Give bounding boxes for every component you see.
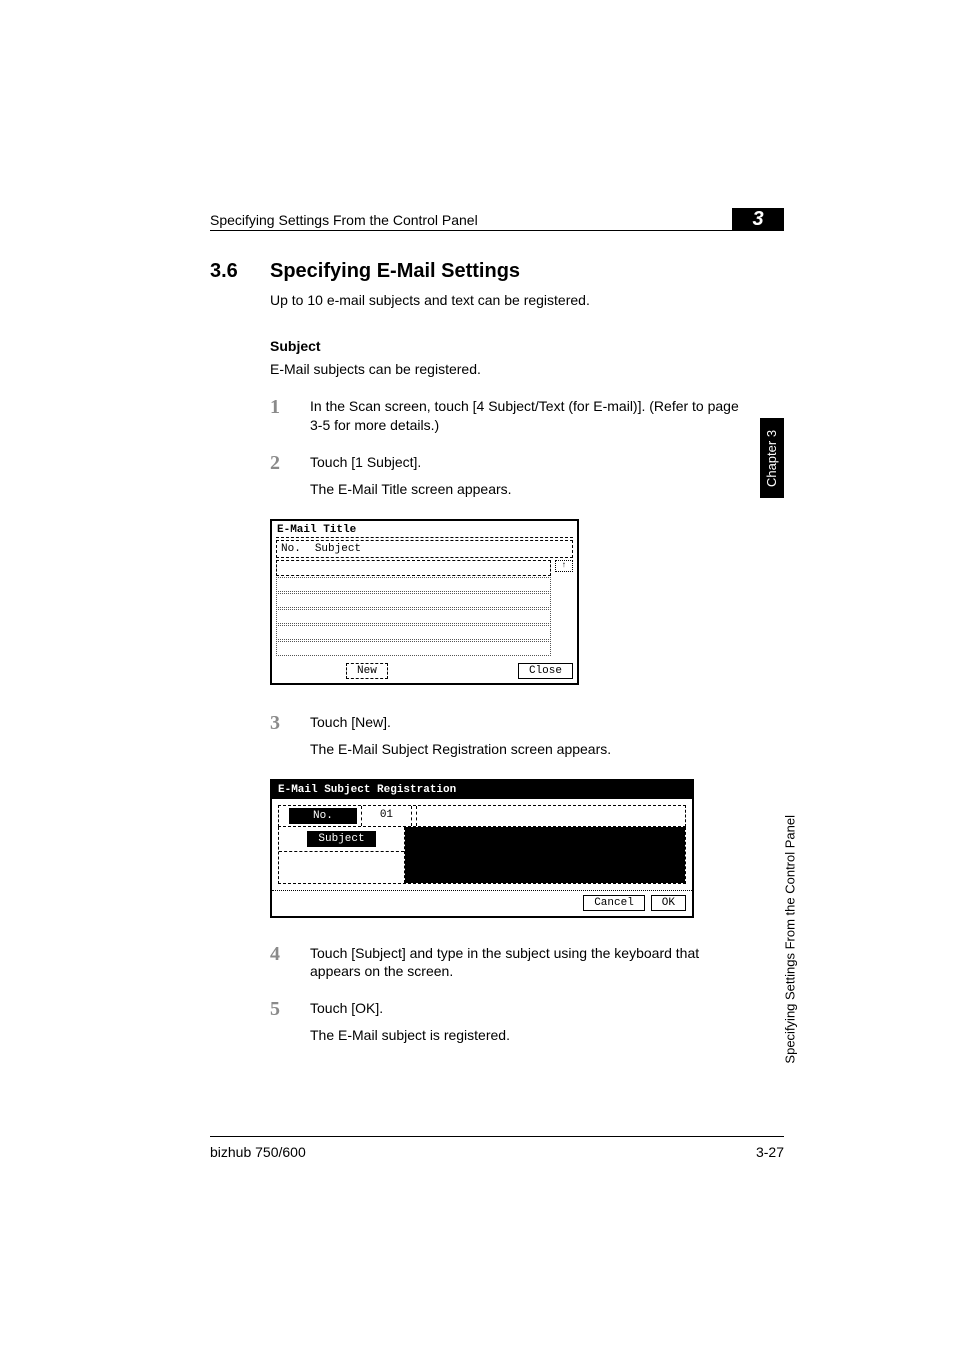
hatched-area — [416, 806, 685, 826]
col-subject: Subject — [315, 543, 361, 555]
list-item[interactable] — [276, 593, 551, 608]
list-item[interactable] — [276, 625, 551, 640]
subject-input[interactable] — [405, 827, 685, 883]
side-running-text: Specifying Settings From the Control Pan… — [783, 815, 798, 1064]
step-4-number: 4 — [270, 944, 310, 982]
step-3-text: Touch [New]. — [310, 713, 740, 733]
list-item[interactable] — [276, 641, 551, 656]
list-item[interactable] — [276, 560, 551, 576]
step-3-result: The E-Mail Subject Registration screen a… — [310, 741, 740, 757]
footer-model: bizhub 750/600 — [210, 1144, 306, 1160]
list-item[interactable] — [276, 577, 551, 592]
chapter-tab-label: Chapter 3 — [765, 429, 780, 486]
step-3-number: 3 — [270, 713, 310, 733]
email-title-window-title: E-Mail Title — [272, 521, 577, 537]
no-label: No. — [289, 808, 357, 824]
col-no: No. — [281, 543, 301, 555]
step-2-text: Touch [1 Subject]. — [310, 453, 740, 473]
step-1-number: 1 — [270, 397, 310, 435]
subject-button[interactable]: Subject — [307, 831, 375, 847]
ok-button[interactable]: OK — [651, 895, 686, 911]
step-5-result: The E-Mail subject is registered. — [310, 1027, 740, 1043]
running-head: Specifying Settings From the Control Pan… — [210, 212, 784, 231]
subsection-intro: E-Mail subjects can be registered. — [270, 360, 740, 379]
email-title-columns: No. Subject — [276, 540, 573, 558]
list-item[interactable] — [276, 609, 551, 624]
cancel-button[interactable]: Cancel — [583, 895, 645, 911]
footer-rule — [210, 1136, 784, 1137]
hatched-area — [279, 851, 404, 883]
step-5-text: Touch [OK]. — [310, 999, 740, 1019]
new-button[interactable]: New — [346, 663, 388, 679]
close-button[interactable]: Close — [518, 663, 573, 679]
no-value: 01 — [361, 806, 412, 826]
email-subject-reg-title: E-Mail Subject Registration — [272, 781, 692, 799]
step-2-result: The E-Mail Title screen appears. — [310, 481, 740, 497]
footer-page-number: 3-27 — [756, 1144, 784, 1160]
section-intro: Up to 10 e-mail subjects and text can be… — [270, 291, 740, 310]
screenshot-email-title: E-Mail Title No. Subject ↑ New — [270, 519, 579, 685]
scroll-up-icon[interactable]: ↑ — [555, 560, 573, 572]
chapter-mark: 3 — [732, 208, 784, 230]
step-2-number: 2 — [270, 453, 310, 473]
step-5-number: 5 — [270, 999, 310, 1019]
section-number: 3.6 — [210, 260, 270, 283]
screenshot-email-subject-registration: E-Mail Subject Registration No. 01 Subje… — [270, 779, 694, 918]
step-4-text: Touch [Subject] and type in the subject … — [310, 944, 740, 982]
chapter-tab: Chapter 3 — [760, 418, 784, 498]
step-1-text: In the Scan screen, touch [4 Subject/Tex… — [310, 397, 740, 435]
section-title: Specifying E-Mail Settings — [270, 260, 520, 283]
subsection-title: Subject — [270, 338, 740, 354]
